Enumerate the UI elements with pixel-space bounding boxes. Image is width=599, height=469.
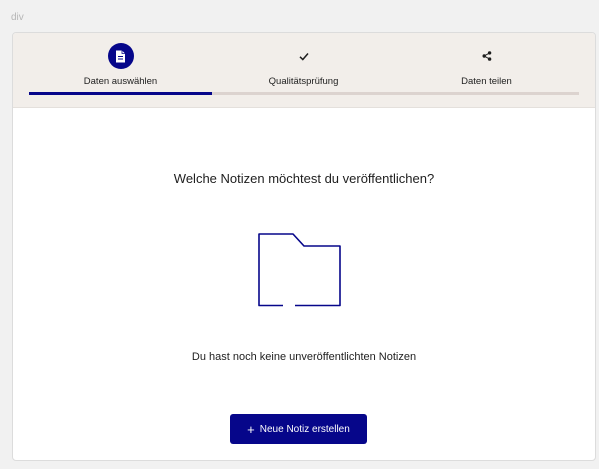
stepper: Daten auswählen Qualitätsprüfung Daten t… bbox=[13, 33, 595, 108]
share-icon bbox=[474, 43, 500, 69]
step-label: Daten auswählen bbox=[83, 76, 158, 87]
page-question: Welche Notizen möchtest du veröffentlich… bbox=[173, 171, 435, 186]
breadcrumb: div bbox=[11, 12, 24, 23]
new-note-button-label: Neue Notiz erstellen bbox=[259, 423, 350, 435]
new-note-button[interactable]: + Neue Notiz erstellen bbox=[230, 414, 367, 444]
step-share-data[interactable]: Daten teilen bbox=[395, 43, 578, 87]
document-icon bbox=[107, 43, 134, 69]
folder-icon bbox=[257, 232, 341, 313]
step-label: Qualitätsprüfung bbox=[268, 76, 339, 87]
progress-track bbox=[29, 92, 579, 95]
main-content: Welche Notizen möchtest du veröffentlich… bbox=[13, 108, 595, 460]
step-select-data[interactable]: Daten auswählen bbox=[29, 43, 212, 87]
step-quality-check[interactable]: Qualitätsprüfung bbox=[212, 43, 395, 87]
check-icon bbox=[291, 43, 317, 69]
step-label: Daten teilen bbox=[461, 76, 512, 87]
publish-wizard-card: Daten auswählen Qualitätsprüfung Daten t… bbox=[12, 32, 596, 461]
progress-fill bbox=[29, 92, 213, 95]
empty-state-message: Du hast noch keine unveröffentlichten No… bbox=[191, 351, 417, 363]
plus-icon: + bbox=[247, 421, 255, 437]
